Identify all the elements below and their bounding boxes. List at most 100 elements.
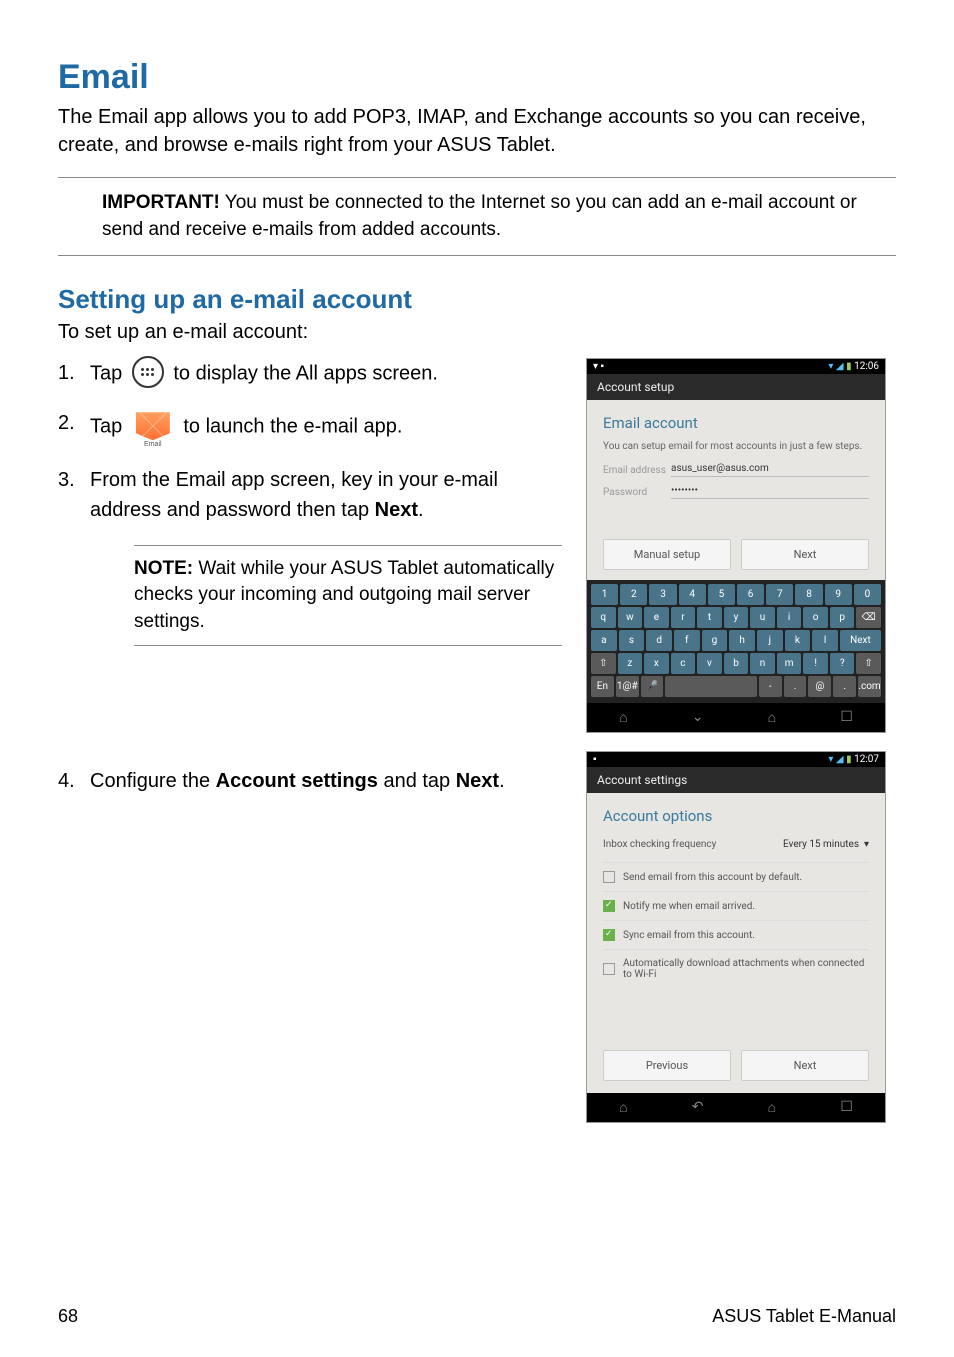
keyboard-key[interactable]: t (697, 607, 722, 628)
important-label: IMPORTANT! (102, 192, 220, 213)
page-heading: Email (58, 58, 896, 97)
checkbox-icon[interactable] (603, 871, 615, 883)
option-row[interactable]: Sync email from this account. (603, 921, 869, 950)
home-icon[interactable]: ⌂ (768, 709, 776, 726)
keyboard-key[interactable]: En (591, 676, 614, 697)
manual-setup-button[interactable]: Manual setup (603, 539, 731, 570)
account-settings-label: Account settings (216, 770, 378, 792)
keyboard-key[interactable]: ⌫ (856, 607, 881, 628)
keyboard-key[interactable]: y (724, 607, 749, 628)
keyboard-key[interactable]: m (777, 653, 802, 674)
password-field[interactable]: •••••••• (671, 485, 869, 499)
screen-title: Account settings (587, 767, 885, 793)
keyboard-key[interactable]: 2 (620, 584, 647, 605)
keyboard-key[interactable]: 1 (591, 584, 618, 605)
step-number: 4. (58, 766, 90, 796)
keyboard-key[interactable]: a (591, 630, 617, 651)
keyboard-key[interactable]: l (812, 630, 838, 651)
keyboard-key[interactable]: - (759, 676, 782, 697)
battery-icon: ▮ (846, 361, 852, 372)
keyboard-key[interactable]: ? (830, 653, 855, 674)
back-icon[interactable]: ⌂ (619, 709, 627, 726)
step-text: Tap (90, 416, 128, 438)
back-icon[interactable]: ⌂ (619, 1099, 627, 1116)
keyboard-key[interactable]: z (618, 653, 643, 674)
step-1: 1. Tap to display the All apps screen. (58, 358, 562, 390)
undo-icon[interactable]: ↶ (692, 1099, 704, 1116)
form-description: You can setup email for most accounts in… (603, 440, 869, 453)
keyboard-key[interactable]: 9 (825, 584, 852, 605)
keyboard-key[interactable]: 7 (766, 584, 793, 605)
next-button[interactable]: Next (741, 1050, 869, 1081)
nav-bar[interactable]: ⌂ ↶ ⌂ ☐ (587, 1093, 885, 1122)
keyboard-key[interactable]: i (777, 607, 802, 628)
keyboard-key[interactable]: k (785, 630, 811, 651)
keyboard-key[interactable]: p (830, 607, 855, 628)
email-field[interactable]: asus_user@asus.com (671, 463, 869, 477)
keyboard-key[interactable]: f (674, 630, 700, 651)
keyboard-key[interactable]: 1@# (616, 676, 639, 697)
keyboard-key[interactable]: ⇧ (591, 653, 616, 674)
option-row[interactable]: Automatically download attachments when … (603, 950, 869, 988)
next-label: Next (375, 499, 418, 521)
keyboard-key[interactable]: n (750, 653, 775, 674)
frequency-value: Every 15 minutes (783, 839, 859, 850)
keyboard-key[interactable]: Next (840, 630, 881, 651)
keyboard-key[interactable]: 4 (679, 584, 706, 605)
wifi-icon: ▾ ◢ (828, 361, 846, 372)
keyboard-key[interactable]: w (618, 607, 643, 628)
keyboard[interactable]: 1234567890qwertyuiop⌫asdfghjklNext⇧zxcvb… (587, 580, 885, 703)
keyboard-key[interactable]: b (724, 653, 749, 674)
keyboard-key[interactable]: .com (858, 676, 881, 697)
keyboard-key[interactable]: o (803, 607, 828, 628)
screenshot-account-settings: ▪ ▾ ◢ ▮ 12:07 Account settings Account o… (586, 751, 886, 1123)
keyboard-key[interactable]: e (644, 607, 669, 628)
note-text: Wait while your ASUS Tablet automaticall… (134, 558, 554, 632)
keyboard-key[interactable]: @ (808, 676, 831, 697)
password-label: Password (603, 487, 671, 498)
keyboard-key[interactable]: u (750, 607, 775, 628)
frequency-row[interactable]: Inbox checking frequency Every 15 minute… (603, 833, 869, 863)
manual-title: ASUS Tablet E-Manual (712, 1306, 896, 1327)
keyboard-key[interactable]: v (697, 653, 722, 674)
option-label: Sync email from this account. (623, 930, 755, 941)
option-row[interactable]: Notify me when email arrived. (603, 892, 869, 921)
screenshot-account-setup: ▾ ▪ ▾ ◢ ▮ 12:06 Account setup Email acco… (586, 358, 886, 733)
nav-bar[interactable]: ⌂ ⌄ ⌂ ☐ (587, 703, 885, 732)
keyboard-key[interactable]: ⇧ (856, 653, 881, 674)
keyboard-key[interactable]: q (591, 607, 616, 628)
keyboard-key[interactable]: ! (803, 653, 828, 674)
keyboard-key[interactable] (665, 676, 756, 697)
keyboard-key[interactable]: 8 (795, 584, 822, 605)
step-text: From the Email app screen, key in your e… (90, 469, 498, 521)
option-label: Notify me when email arrived. (623, 901, 755, 912)
previous-button[interactable]: Previous (603, 1050, 731, 1081)
next-label: Next (456, 770, 499, 792)
home-icon[interactable]: ⌂ (768, 1099, 776, 1116)
keyboard-key[interactable]: 6 (737, 584, 764, 605)
keyboard-key[interactable]: d (646, 630, 672, 651)
keyboard-key[interactable]: 🎤 (641, 676, 664, 697)
checkbox-icon[interactable] (603, 900, 615, 912)
keyboard-key[interactable]: s (619, 630, 645, 651)
keyboard-key[interactable]: h (729, 630, 755, 651)
recent-icon[interactable]: ☐ (840, 709, 853, 726)
keyboard-key[interactable]: c (671, 653, 696, 674)
hide-kb-icon[interactable]: ⌄ (692, 709, 704, 726)
next-button[interactable]: Next (741, 539, 869, 570)
step-number: 2. (58, 408, 90, 447)
keyboard-key[interactable]: 3 (649, 584, 676, 605)
checkbox-icon[interactable] (603, 929, 615, 941)
keyboard-key[interactable]: 5 (708, 584, 735, 605)
keyboard-key[interactable]: g (702, 630, 728, 651)
step-text: to display the All apps screen. (173, 362, 438, 384)
keyboard-key[interactable]: j (757, 630, 783, 651)
option-row[interactable]: Send email from this account by default. (603, 863, 869, 892)
keyboard-key[interactable]: . (784, 676, 807, 697)
keyboard-key[interactable]: x (644, 653, 669, 674)
keyboard-key[interactable]: r (671, 607, 696, 628)
keyboard-key[interactable]: 0 (854, 584, 881, 605)
keyboard-key[interactable]: . (833, 676, 856, 697)
checkbox-icon[interactable] (603, 963, 615, 975)
recent-icon[interactable]: ☐ (840, 1099, 853, 1116)
